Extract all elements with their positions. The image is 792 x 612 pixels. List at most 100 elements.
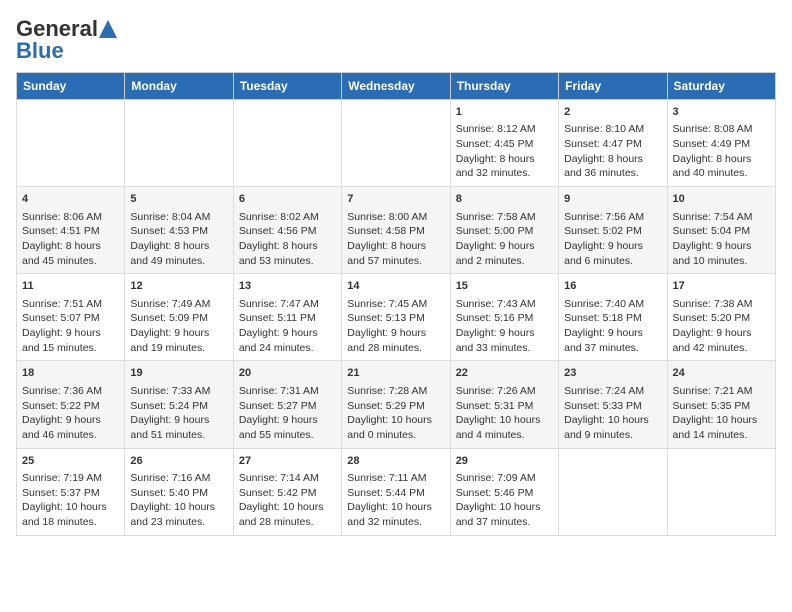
day-number: 21 bbox=[347, 366, 444, 381]
calendar-cell: 22 Sunrise: 7:26 AM Sunset: 5:31 PM Dayli… bbox=[450, 361, 558, 448]
cell-content: Sunrise: 7:51 AM Sunset: 5:07 PM Dayligh… bbox=[22, 297, 119, 356]
day-number: 18 bbox=[22, 366, 119, 381]
cell-content: Sunrise: 7:56 AM Sunset: 5:02 PM Dayligh… bbox=[564, 210, 661, 269]
day-number: 12 bbox=[130, 279, 227, 294]
cell-content: Sunrise: 7:14 AM Sunset: 5:42 PM Dayligh… bbox=[239, 471, 336, 530]
day-number: 10 bbox=[673, 192, 770, 207]
calendar-cell: 20 Sunrise: 7:31 AM Sunset: 5:27 PM Dayli… bbox=[233, 361, 341, 448]
calendar-cell: 23 Sunrise: 7:24 AM Sunset: 5:33 PM Dayli… bbox=[559, 361, 667, 448]
day-number: 28 bbox=[347, 454, 444, 469]
calendar-cell: 9Sunrise: 7:56 AM Sunset: 5:02 PM Daylig… bbox=[559, 187, 667, 274]
cell-content: Sunrise: 7:47 AM Sunset: 5:11 PM Dayligh… bbox=[239, 297, 336, 356]
cell-content: Sunrise: 7:36 AM Sunset: 5:22 PM Dayligh… bbox=[22, 384, 119, 443]
calendar-cell: 17Sunrise: 7:38 AM Sunset: 5:20 PM Dayli… bbox=[667, 274, 775, 361]
cell-content: Sunrise: 7:33 AM Sunset: 5:24 PM Dayligh… bbox=[130, 384, 227, 443]
cell-content: Sunrise: 8:02 AM Sunset: 4:56 PM Dayligh… bbox=[239, 210, 336, 269]
day-number: 26 bbox=[130, 454, 227, 469]
header: General Blue bbox=[16, 16, 776, 64]
calendar-cell: 1 Sunrise: 8:12 AM Sunset: 4:45 PM Daylig… bbox=[450, 100, 558, 187]
calendar-cell: 15 Sunrise: 7:43 AM Sunset: 5:16 PM Dayli… bbox=[450, 274, 558, 361]
cell-content: Sunrise: 8:08 AM Sunset: 4:49 PM Dayligh… bbox=[673, 122, 770, 181]
calendar-cell bbox=[125, 100, 233, 187]
cell-content: Sunrise: 7:09 AM Sunset: 5:46 PM Dayligh… bbox=[456, 471, 553, 530]
calendar-cell: 5 Sunrise: 8:04 AM Sunset: 4:53 PM Daylig… bbox=[125, 187, 233, 274]
calendar-cell: 10 Sunrise: 7:54 AM Sunset: 5:04 PM Dayli… bbox=[667, 187, 775, 274]
cell-content: Sunrise: 8:10 AM Sunset: 4:47 PM Dayligh… bbox=[564, 122, 661, 181]
logo-blue: Blue bbox=[16, 38, 64, 64]
cell-content: Sunrise: 7:31 AM Sunset: 5:27 PM Dayligh… bbox=[239, 384, 336, 443]
calendar-cell: 2Sunrise: 8:10 AM Sunset: 4:47 PM Daylig… bbox=[559, 100, 667, 187]
day-number: 7 bbox=[347, 192, 444, 207]
calendar-cell: 11 Sunrise: 7:51 AM Sunset: 5:07 PM Dayli… bbox=[17, 274, 125, 361]
cell-content: Sunrise: 7:28 AM Sunset: 5:29 PM Dayligh… bbox=[347, 384, 444, 443]
calendar-cell bbox=[17, 100, 125, 187]
calendar-cell: 24 Sunrise: 7:21 AM Sunset: 5:35 PM Dayli… bbox=[667, 361, 775, 448]
day-number: 20 bbox=[239, 366, 336, 381]
cell-content: Sunrise: 7:43 AM Sunset: 5:16 PM Dayligh… bbox=[456, 297, 553, 356]
calendar-cell: 6 Sunrise: 8:02 AM Sunset: 4:56 PM Daylig… bbox=[233, 187, 341, 274]
day-number: 24 bbox=[673, 366, 770, 381]
calendar-cell: 8 Sunrise: 7:58 AM Sunset: 5:00 PM Daylig… bbox=[450, 187, 558, 274]
calendar-cell: 13 Sunrise: 7:47 AM Sunset: 5:11 PM Dayli… bbox=[233, 274, 341, 361]
header-row: SundayMondayTuesdayWednesdayThursdayFrid… bbox=[17, 73, 776, 100]
week-row-4: 18 Sunrise: 7:36 AM Sunset: 5:22 PM Dayli… bbox=[17, 361, 776, 448]
calendar-cell: 28 Sunrise: 7:11 AM Sunset: 5:44 PM Dayli… bbox=[342, 448, 450, 535]
week-row-5: 25Sunrise: 7:19 AM Sunset: 5:37 PM Dayli… bbox=[17, 448, 776, 535]
cell-content: Sunrise: 8:12 AM Sunset: 4:45 PM Dayligh… bbox=[456, 122, 553, 181]
week-row-1: 1 Sunrise: 8:12 AM Sunset: 4:45 PM Daylig… bbox=[17, 100, 776, 187]
day-number: 14 bbox=[347, 279, 444, 294]
calendar-cell: 12 Sunrise: 7:49 AM Sunset: 5:09 PM Dayli… bbox=[125, 274, 233, 361]
calendar-cell: 25Sunrise: 7:19 AM Sunset: 5:37 PM Dayli… bbox=[17, 448, 125, 535]
day-number: 6 bbox=[239, 192, 336, 207]
calendar-cell: 27 Sunrise: 7:14 AM Sunset: 5:42 PM Dayli… bbox=[233, 448, 341, 535]
calendar-cell: 26 Sunrise: 7:16 AM Sunset: 5:40 PM Dayli… bbox=[125, 448, 233, 535]
weekday-header-thursday: Thursday bbox=[450, 73, 558, 100]
cell-content: Sunrise: 7:19 AM Sunset: 5:37 PM Dayligh… bbox=[22, 471, 119, 530]
cell-content: Sunrise: 7:45 AM Sunset: 5:13 PM Dayligh… bbox=[347, 297, 444, 356]
week-row-2: 4 Sunrise: 8:06 AM Sunset: 4:51 PM Daylig… bbox=[17, 187, 776, 274]
cell-content: Sunrise: 8:04 AM Sunset: 4:53 PM Dayligh… bbox=[130, 210, 227, 269]
calendar-cell: 29 Sunrise: 7:09 AM Sunset: 5:46 PM Dayli… bbox=[450, 448, 558, 535]
cell-content: Sunrise: 7:21 AM Sunset: 5:35 PM Dayligh… bbox=[673, 384, 770, 443]
day-number: 27 bbox=[239, 454, 336, 469]
day-number: 8 bbox=[456, 192, 553, 207]
calendar-cell bbox=[559, 448, 667, 535]
cell-content: Sunrise: 8:06 AM Sunset: 4:51 PM Dayligh… bbox=[22, 210, 119, 269]
calendar-cell: 14 Sunrise: 7:45 AM Sunset: 5:13 PM Dayli… bbox=[342, 274, 450, 361]
cell-content: Sunrise: 7:24 AM Sunset: 5:33 PM Dayligh… bbox=[564, 384, 661, 443]
logo: General Blue bbox=[16, 16, 117, 64]
day-number: 15 bbox=[456, 279, 553, 294]
cell-content: Sunrise: 7:54 AM Sunset: 5:04 PM Dayligh… bbox=[673, 210, 770, 269]
day-number: 5 bbox=[130, 192, 227, 207]
cell-content: Sunrise: 7:38 AM Sunset: 5:20 PM Dayligh… bbox=[673, 297, 770, 356]
cell-content: Sunrise: 7:40 AM Sunset: 5:18 PM Dayligh… bbox=[564, 297, 661, 356]
day-number: 11 bbox=[22, 279, 119, 294]
cell-content: Sunrise: 7:49 AM Sunset: 5:09 PM Dayligh… bbox=[130, 297, 227, 356]
logo-icon bbox=[99, 20, 117, 38]
day-number: 13 bbox=[239, 279, 336, 294]
cell-content: Sunrise: 7:16 AM Sunset: 5:40 PM Dayligh… bbox=[130, 471, 227, 530]
day-number: 29 bbox=[456, 454, 553, 469]
weekday-header-tuesday: Tuesday bbox=[233, 73, 341, 100]
cell-content: Sunrise: 8:00 AM Sunset: 4:58 PM Dayligh… bbox=[347, 210, 444, 269]
day-number: 4 bbox=[22, 192, 119, 207]
calendar-cell: 16Sunrise: 7:40 AM Sunset: 5:18 PM Dayli… bbox=[559, 274, 667, 361]
day-number: 19 bbox=[130, 366, 227, 381]
cell-content: Sunrise: 7:26 AM Sunset: 5:31 PM Dayligh… bbox=[456, 384, 553, 443]
weekday-header-friday: Friday bbox=[559, 73, 667, 100]
calendar-table: SundayMondayTuesdayWednesdayThursdayFrid… bbox=[16, 72, 776, 536]
day-number: 23 bbox=[564, 366, 661, 381]
day-number: 1 bbox=[456, 105, 553, 120]
calendar-cell: 19 Sunrise: 7:33 AM Sunset: 5:24 PM Dayli… bbox=[125, 361, 233, 448]
calendar-cell: 21 Sunrise: 7:28 AM Sunset: 5:29 PM Dayli… bbox=[342, 361, 450, 448]
calendar-cell: 4 Sunrise: 8:06 AM Sunset: 4:51 PM Daylig… bbox=[17, 187, 125, 274]
weekday-header-wednesday: Wednesday bbox=[342, 73, 450, 100]
calendar-cell bbox=[342, 100, 450, 187]
cell-content: Sunrise: 7:58 AM Sunset: 5:00 PM Dayligh… bbox=[456, 210, 553, 269]
weekday-header-sunday: Sunday bbox=[17, 73, 125, 100]
week-row-3: 11 Sunrise: 7:51 AM Sunset: 5:07 PM Dayli… bbox=[17, 274, 776, 361]
calendar-cell bbox=[667, 448, 775, 535]
cell-content: Sunrise: 7:11 AM Sunset: 5:44 PM Dayligh… bbox=[347, 471, 444, 530]
calendar-cell: 18 Sunrise: 7:36 AM Sunset: 5:22 PM Dayli… bbox=[17, 361, 125, 448]
day-number: 22 bbox=[456, 366, 553, 381]
